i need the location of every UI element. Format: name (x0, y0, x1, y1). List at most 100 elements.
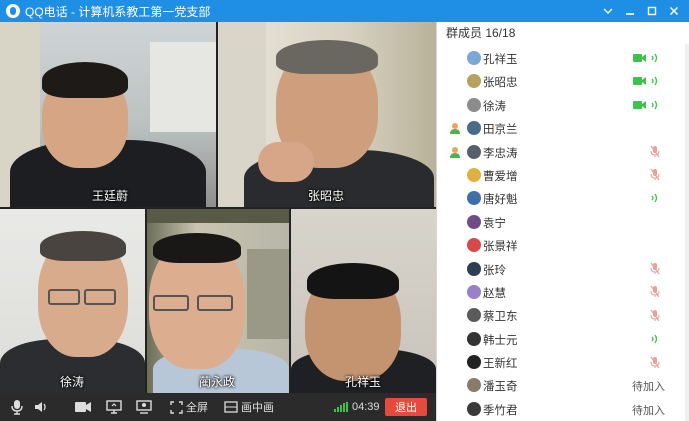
participant-name: 徐涛 (60, 375, 85, 389)
participant-name: 蔺永政 (199, 375, 236, 389)
member-name: 田京兰 (483, 124, 518, 137)
exit-button[interactable]: 退出 (385, 398, 427, 416)
avatar (467, 355, 481, 370)
avatar (467, 261, 481, 276)
avatar (467, 214, 481, 229)
video-tile-1[interactable]: 王廷蔚 (0, 22, 216, 207)
speaker-icon (35, 402, 46, 412)
member-row[interactable]: 赵慧 (437, 281, 689, 304)
video-tile-4[interactable]: 蔺永政 (147, 209, 289, 393)
member-name: 张景祥 (483, 241, 518, 254)
avatar (467, 144, 481, 159)
video-tile-3[interactable]: 徐涛 (0, 209, 145, 393)
call-toolbar: 全屏 画中画 04:39 退出 (0, 393, 436, 421)
member-name: 潘玉奇 (483, 381, 518, 394)
screen-share-icon (106, 400, 122, 414)
member-status (633, 98, 660, 112)
admin-badge (449, 146, 461, 158)
pending-label: 待加入 (632, 381, 665, 394)
member-row[interactable]: 蔡卫东 (437, 304, 689, 327)
participant-name: 张昭忠 (308, 189, 345, 203)
screen-share-button[interactable] (106, 393, 122, 421)
member-row[interactable]: 王新红 (437, 351, 689, 374)
member-name: 袁宁 (483, 217, 506, 230)
member-row[interactable]: 袁宁 (437, 211, 689, 234)
member-count-header: 群成员 16/18 (446, 26, 516, 40)
network-signal: 04:39 (334, 393, 380, 421)
avatar (467, 167, 481, 182)
avatar (467, 191, 481, 206)
member-row[interactable]: 张景祥 (437, 234, 689, 257)
avatar (467, 238, 481, 253)
video-on-icon (633, 77, 646, 86)
member-name: 徐涛 (483, 100, 506, 113)
member-row[interactable]: 徐涛 (437, 94, 689, 117)
member-name: 李忠涛 (483, 147, 518, 160)
member-row[interactable]: 李忠涛 (437, 141, 689, 164)
close-icon[interactable] (663, 0, 685, 22)
muted-mic-icon (650, 309, 660, 322)
video-tile-2[interactable]: 张昭忠 (218, 22, 436, 207)
muted-mic-icon (650, 145, 660, 158)
speaking-icon (651, 100, 658, 110)
panel-scrollbar[interactable] (685, 44, 689, 421)
member-status (650, 355, 660, 369)
dropdown-icon[interactable] (597, 0, 619, 22)
video-on-icon (633, 54, 646, 62)
participant-name: 王廷蔚 (92, 189, 129, 203)
member-name: 张昭忠 (483, 77, 518, 90)
member-name: 王新红 (483, 358, 518, 371)
member-status (650, 332, 660, 346)
member-row[interactable]: 曹爱增 (437, 164, 689, 187)
member-status (650, 191, 660, 205)
member-row[interactable]: 田京兰 (437, 117, 689, 140)
member-name: 韩士元 (483, 334, 518, 347)
speaking-icon (651, 77, 658, 86)
presenter-icon (136, 400, 152, 414)
title-bar: QQ电话 - 计算机系教工第一党支部 (0, 0, 689, 22)
member-row[interactable]: 唐好魁 (437, 187, 689, 210)
camera-icon (75, 402, 91, 412)
video-tile-5[interactable]: 孔祥玉 (291, 209, 436, 393)
speaking-icon (651, 53, 658, 63)
avatar (467, 121, 481, 136)
admin-icon (450, 123, 460, 135)
member-name: 曹爱增 (483, 170, 518, 183)
window-title: QQ电话 - 计算机系教工第一党支部 (25, 4, 211, 19)
admin-icon (450, 146, 460, 158)
admin-badge (449, 122, 461, 135)
member-name: 张玲 (483, 264, 506, 277)
fullscreen-icon (170, 400, 183, 414)
avatar (467, 308, 481, 323)
member-row[interactable]: 孔祥玉 (437, 47, 689, 70)
member-row[interactable]: 张昭忠 (437, 70, 689, 93)
avatar (467, 284, 481, 299)
call-timer: 04:39 (352, 401, 380, 413)
presenter-button[interactable] (136, 393, 152, 421)
minimize-icon[interactable] (619, 0, 641, 22)
member-name: 季竹君 (483, 404, 518, 417)
fullscreen-label: 全屏 (186, 402, 208, 414)
pending-label: 待加入 (632, 404, 665, 417)
camera-button[interactable] (74, 393, 92, 421)
signal-strength-icon (334, 402, 348, 412)
member-panel: 群成员 16/18 孔祥玉张昭忠徐涛田京兰李忠涛曹爱增唐好魁袁宁张景祥张玲赵慧蔡… (436, 22, 689, 421)
avatar (467, 331, 481, 346)
fullscreen-button[interactable]: 全屏 (170, 393, 208, 421)
member-row[interactable]: 韩士元 (437, 328, 689, 351)
picture-in-picture-icon (224, 401, 238, 413)
participant-name: 孔祥玉 (345, 375, 382, 389)
pip-label: 画中画 (241, 402, 274, 414)
microphone-button[interactable] (10, 393, 24, 421)
speaker-button[interactable] (34, 393, 50, 421)
window-controls (597, 0, 685, 22)
member-row[interactable]: 季竹君 待加入 (437, 398, 689, 421)
speaking-icon (651, 334, 658, 344)
picture-in-picture-button[interactable]: 画中画 (224, 393, 274, 421)
avatar (467, 378, 481, 393)
member-status (650, 308, 660, 322)
muted-mic-icon (650, 286, 660, 298)
maximize-icon[interactable] (641, 0, 663, 22)
member-row[interactable]: 张玲 (437, 258, 689, 281)
member-row[interactable]: 潘玉奇 待加入 (437, 374, 689, 397)
